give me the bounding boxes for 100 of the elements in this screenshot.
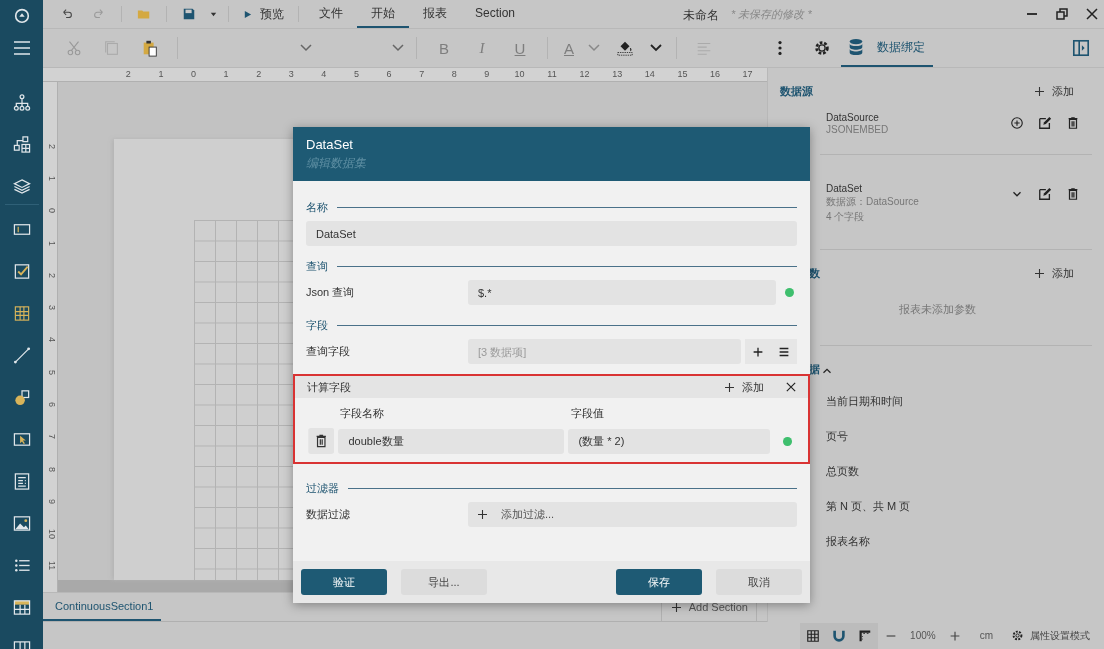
ruler-number: 4 <box>320 68 328 81</box>
field-label: Json 查询 <box>306 285 356 300</box>
preview-button[interactable]: 预览 <box>235 5 292 23</box>
add-button[interactable]: 添加 <box>719 378 770 396</box>
column-header: 字段名称 <box>340 405 385 421</box>
section-heading: 名称 <box>306 199 328 215</box>
close-icon[interactable] <box>1086 8 1098 20</box>
chevron-down-icon <box>392 44 404 52</box>
panel-toggle-icon[interactable] <box>1072 39 1090 57</box>
add-button[interactable]: 添加 <box>1029 82 1080 100</box>
ruler-number: 7 <box>46 433 57 442</box>
play-icon <box>243 9 252 19</box>
ruler-number: 1 <box>222 68 230 81</box>
ruler-number: 11 <box>546 68 558 81</box>
grid-icon[interactable] <box>800 622 827 649</box>
ruler-number: 2 <box>46 142 57 151</box>
add-circle-icon[interactable] <box>1010 116 1024 130</box>
delete-icon[interactable] <box>1066 116 1080 130</box>
ruler-icon[interactable] <box>852 622 879 649</box>
menu-tab[interactable]: 文件 <box>305 0 357 28</box>
chevron-down-icon[interactable] <box>650 44 662 52</box>
empty-message: 报表未添加参数 <box>898 302 977 317</box>
ruler-number: 6 <box>385 68 393 81</box>
plus-icon <box>725 382 734 392</box>
menu-tab[interactable]: Section <box>461 0 530 28</box>
menu-tab[interactable]: 开始 <box>357 0 409 28</box>
ruler-number: 8 <box>46 465 57 474</box>
save-icon[interactable] <box>182 7 196 21</box>
ruler-number: 7 <box>418 68 426 81</box>
dataset-name: DataSet <box>826 183 864 194</box>
layers-icon[interactable] <box>11 176 32 196</box>
field-label: 查询字段 <box>306 344 351 359</box>
section-heading: 过滤器 <box>306 480 339 496</box>
section-heading: 字段 <box>306 317 328 333</box>
image-icon[interactable] <box>11 513 32 533</box>
ruler-number: 11 <box>46 560 57 573</box>
data-source-type: JSONEMBED <box>826 124 890 135</box>
database-icon <box>847 38 865 56</box>
field-value-input[interactable]: (数量 * 2) <box>568 428 771 454</box>
document-title: 未命名 <box>683 7 719 24</box>
fill-color-icon[interactable] <box>616 39 634 57</box>
add-filter-button[interactable]: 添加过滤... <box>468 502 797 527</box>
ruler-number: 9 <box>483 68 491 81</box>
section-heading: 计算字段 <box>307 379 352 395</box>
ruler-number: 2 <box>124 68 132 81</box>
ruler-number: 2 <box>46 271 57 280</box>
ruler-number: 4 <box>46 336 57 345</box>
plus-icon <box>671 602 681 612</box>
ruler-number: 1 <box>46 239 57 248</box>
column-header: 字段值 <box>571 405 604 421</box>
ruler-number: 0 <box>189 68 197 81</box>
plus-icon <box>1035 268 1044 278</box>
section-heading: 数据源 <box>780 83 813 99</box>
dialog-title: DataSet <box>306 136 354 152</box>
delete-icon[interactable] <box>1066 187 1080 201</box>
settings-icon[interactable] <box>813 39 831 57</box>
ruler-number: 16 <box>708 68 721 81</box>
hierarchy-icon[interactable] <box>11 93 32 112</box>
json-query-field[interactable]: $.* <box>468 280 776 305</box>
grid-icon[interactable] <box>11 639 32 649</box>
field-label: 数据过滤 <box>306 507 351 522</box>
section-tab[interactable]: ContinuousSection1 <box>43 593 162 621</box>
dataset-source: 数据源：DataSource <box>826 195 920 209</box>
restore-icon[interactable] <box>1056 8 1068 20</box>
dialog-button[interactable]: 验证 <box>301 569 387 595</box>
delete-icon[interactable] <box>308 428 335 454</box>
dialog-button[interactable]: 保存 <box>616 569 702 595</box>
app-logo-icon <box>12 6 31 24</box>
unit-button[interactable]: cm <box>973 629 999 642</box>
edit-icon[interactable] <box>1038 116 1052 130</box>
close-icon[interactable] <box>786 382 796 392</box>
paste-icon[interactable] <box>141 39 159 57</box>
ruler-number: 1 <box>46 174 57 183</box>
chevron-down-icon <box>300 44 312 52</box>
undo-icon[interactable] <box>60 7 74 21</box>
dialog-button[interactable]: 取消 <box>716 569 802 595</box>
ruler-number: 13 <box>611 68 624 81</box>
settings-icon <box>1011 629 1024 642</box>
ruler-number: 2 <box>255 68 263 81</box>
ruler-number: 8 <box>450 68 458 81</box>
property-mode-button[interactable]: 属性设置模式 <box>1005 627 1096 644</box>
ruler-number: 10 <box>513 68 526 81</box>
name-field[interactable]: DataSet <box>306 221 797 246</box>
ruler-number: 17 <box>741 68 754 81</box>
section-heading: 据 <box>809 361 820 377</box>
line-icon[interactable] <box>11 345 32 365</box>
components-icon[interactable] <box>11 134 32 154</box>
ruler-number: 0 <box>46 207 57 216</box>
table-icon[interactable] <box>11 597 32 617</box>
ruler-number: 10 <box>46 527 57 541</box>
dialog-button[interactable]: 导出... <box>401 569 487 595</box>
field-name-input[interactable]: double数量 <box>338 428 565 454</box>
ruler-number: 9 <box>46 497 57 506</box>
menu-tab[interactable]: 报表 <box>409 0 461 28</box>
add-button[interactable]: 添加 <box>1029 264 1080 282</box>
query-fields-field[interactable]: [3 数据项] <box>468 339 741 364</box>
ruler-number: 3 <box>287 68 295 81</box>
edit-icon[interactable] <box>1038 187 1052 201</box>
ruler-number: 5 <box>352 68 360 81</box>
section-heading: 查询 <box>306 258 328 274</box>
